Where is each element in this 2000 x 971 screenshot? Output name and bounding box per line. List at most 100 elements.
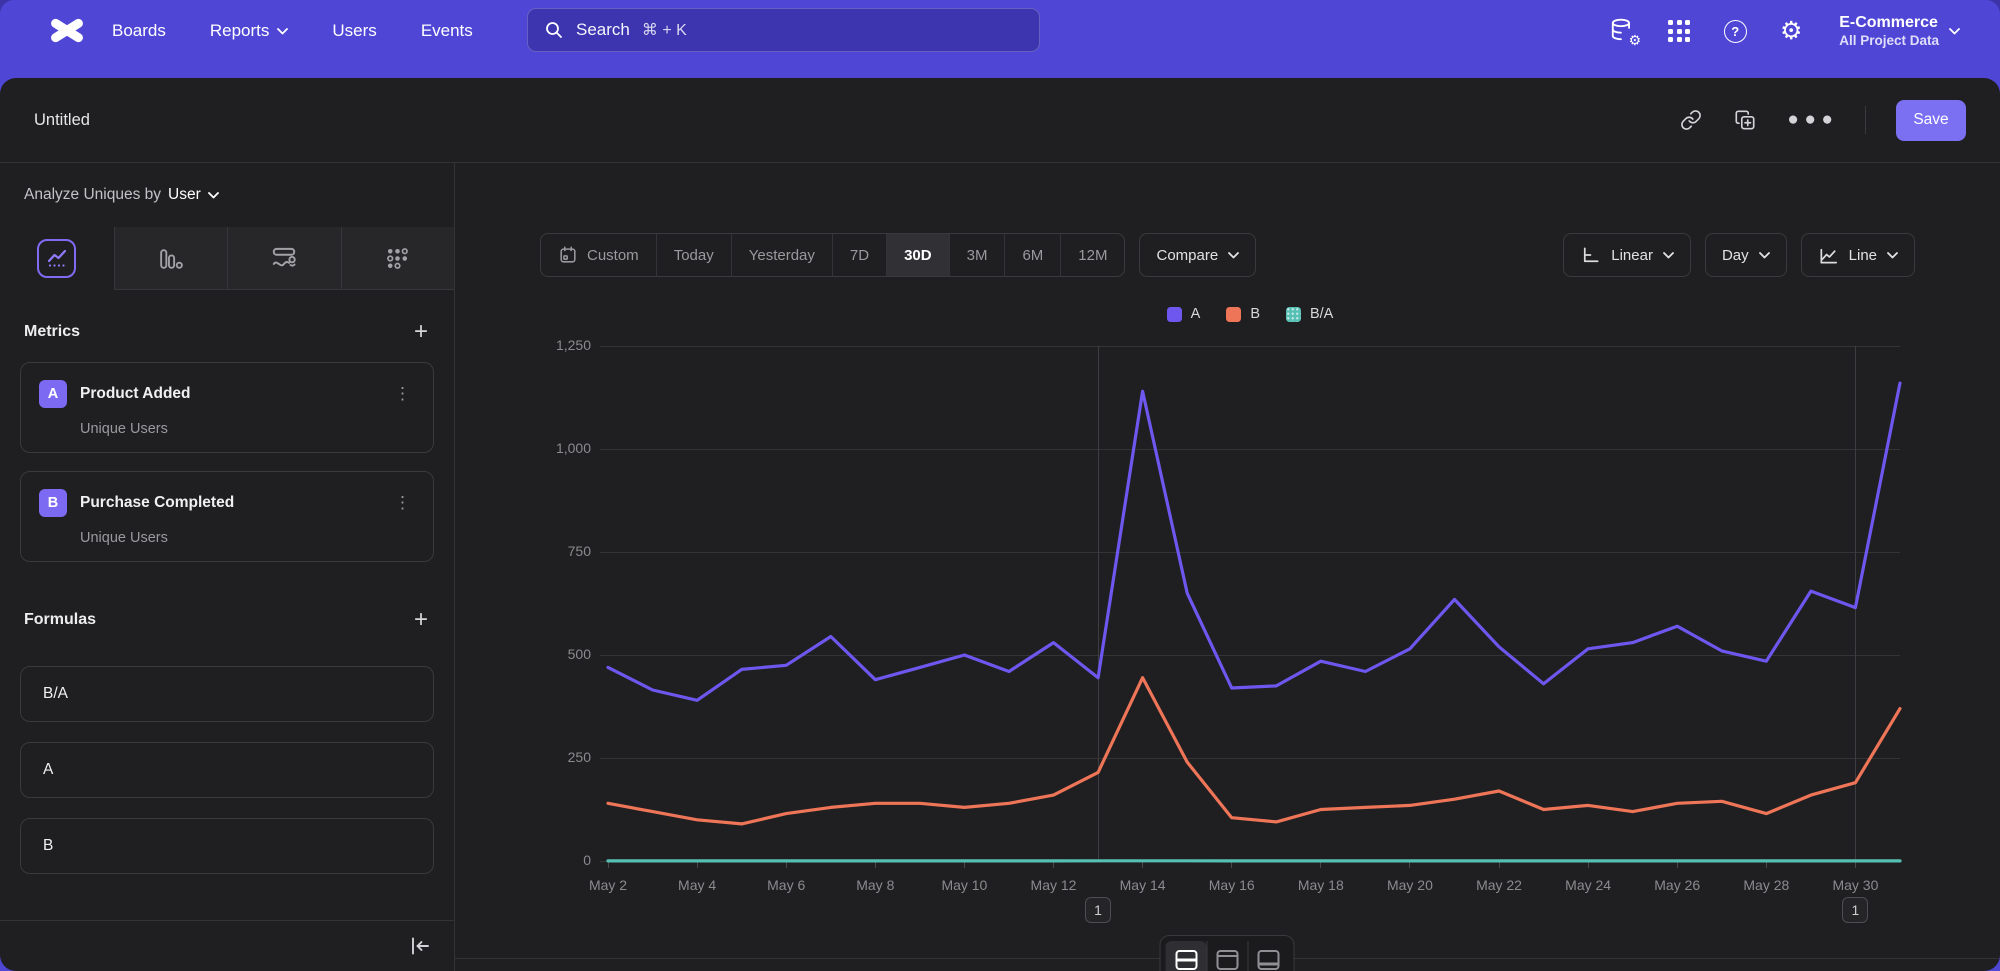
x-axis-label: May 4 — [652, 877, 742, 893]
gear-mini-icon: ⚙ — [1629, 32, 1642, 49]
chart-series-svg — [608, 346, 1900, 861]
visualization-tabs — [0, 227, 454, 290]
chart-panel: CustomTodayYesterday7D30D3M6M12M Compare… — [455, 163, 2000, 971]
metric-measure[interactable]: Unique Users — [80, 530, 415, 546]
formula-expression: B/A — [43, 685, 68, 703]
project-switcher[interactable]: E-Commerce All Project Data — [1839, 13, 1960, 50]
nav-item-label: Events — [421, 21, 473, 41]
x-axis-label: May 18 — [1276, 877, 1366, 893]
nav-menu: Boards Reports Users Events — [112, 21, 473, 41]
nav-right-cluster: ⚙ ? ⚙ E-Commerce All Project Data — [1609, 13, 1960, 50]
layout-bottom-button[interactable] — [1248, 941, 1289, 971]
save-button[interactable]: Save — [1896, 100, 1966, 141]
formula-card[interactable]: B/A — [20, 666, 434, 722]
metric-name: Purchase Completed — [80, 494, 234, 512]
formula-card[interactable]: B — [20, 818, 434, 874]
tab-insights-line[interactable] — [0, 227, 114, 290]
layout-split-button[interactable] — [1166, 941, 1207, 971]
nav-item-boards[interactable]: Boards — [112, 21, 166, 41]
x-axis-label: May 8 — [830, 877, 920, 893]
metric-letter-badge: A — [39, 380, 67, 408]
dots-grid-icon — [384, 245, 411, 272]
duplicate-icon[interactable] — [1733, 108, 1757, 132]
series-line-a — [608, 383, 1900, 700]
add-formula-button[interactable]: + — [414, 608, 428, 632]
layout-top-button[interactable] — [1207, 941, 1248, 971]
nav-item-users[interactable]: Users — [332, 21, 376, 41]
line-chart-icon — [37, 239, 76, 278]
x-axis-label: May 12 — [1009, 877, 1099, 893]
y-axis-label: 750 — [491, 543, 591, 559]
nav-item-label: Reports — [210, 21, 270, 41]
x-axis-label: May 30 — [1810, 877, 1900, 893]
x-axis-label: May 20 — [1365, 877, 1455, 893]
formula-card[interactable]: A — [20, 742, 434, 798]
formula-expression: B — [43, 837, 53, 855]
x-axis-label: May 26 — [1632, 877, 1722, 893]
metric-name: Product Added — [80, 385, 191, 403]
settings-gear-icon[interactable]: ⚙ — [1777, 17, 1805, 45]
divider — [1865, 106, 1866, 134]
x-axis-label: May 22 — [1454, 877, 1544, 893]
chevron-down-icon — [1949, 28, 1960, 35]
search-icon — [544, 20, 564, 40]
y-axis-label: 500 — [491, 646, 591, 662]
nav-item-events[interactable]: Events — [421, 21, 473, 41]
metric-measure[interactable]: Unique Users — [80, 421, 415, 437]
y-axis-label: 250 — [491, 749, 591, 765]
y-axis-label: 0 — [491, 852, 591, 868]
formula-expression: A — [43, 761, 53, 779]
chevron-down-icon — [277, 28, 288, 35]
nav-item-label: Users — [332, 21, 376, 41]
data-management-icon[interactable]: ⚙ — [1609, 17, 1637, 45]
tab-flow[interactable] — [227, 227, 341, 290]
project-scope: All Project Data — [1839, 33, 1939, 50]
bar-chart-icon — [157, 245, 184, 272]
panel-layout-toggle — [1160, 935, 1295, 971]
annotation-badge[interactable]: 1 — [1842, 897, 1868, 923]
top-nav: Boards Reports Users Events Search ⌘ + K ⚙ … — [0, 0, 2000, 78]
nav-item-reports[interactable]: Reports — [210, 21, 289, 41]
apps-grid-icon[interactable] — [1665, 17, 1693, 45]
metric-card[interactable]: B Purchase Completed ⋮ Unique Users — [20, 471, 434, 562]
tab-metrics-grid[interactable] — [341, 227, 455, 290]
report-header: Untitled ● ● ● Save — [0, 78, 2000, 163]
flow-icon — [270, 244, 298, 272]
x-axis-label: May 2 — [563, 877, 653, 893]
metric-card[interactable]: A Product Added ⋮ Unique Users — [20, 362, 434, 453]
search-input[interactable]: Search ⌘ + K — [527, 8, 1040, 52]
analyze-by-dropdown[interactable]: User — [168, 186, 219, 204]
y-axis-label: 1,250 — [491, 337, 591, 353]
x-axis-label: May 14 — [1098, 877, 1188, 893]
copy-link-icon[interactable] — [1679, 108, 1703, 132]
chevron-down-icon — [208, 192, 219, 199]
report-title[interactable]: Untitled — [34, 111, 90, 130]
sidebar-footer — [0, 920, 454, 971]
analyze-label: Analyze Uniques by — [24, 186, 161, 204]
metric-menu-icon[interactable]: ⋮ — [390, 384, 415, 404]
formulas-section-title: Formulas — [24, 611, 96, 629]
series-line-b — [608, 678, 1900, 824]
collapse-sidebar-icon[interactable] — [408, 934, 432, 958]
project-name: E-Commerce — [1839, 13, 1939, 33]
x-axis-label: May 16 — [1187, 877, 1277, 893]
search-placeholder: Search — [576, 20, 630, 40]
tab-bar-chart[interactable] — [114, 227, 228, 290]
annotation-badge[interactable]: 1 — [1085, 897, 1111, 923]
metrics-section-title: Metrics — [24, 323, 80, 341]
nav-item-label: Boards — [112, 21, 166, 41]
y-axis-label: 1,000 — [491, 440, 591, 456]
x-axis-label: May 6 — [741, 877, 831, 893]
query-sidebar: Analyze Uniques by User — [0, 163, 455, 971]
more-options-icon[interactable]: ● ● ● — [1787, 109, 1835, 131]
add-metric-button[interactable]: + — [414, 320, 428, 344]
mixpanel-logo-icon[interactable] — [44, 12, 90, 50]
report-card: Untitled ● ● ● Save Analyze Uniques by — [0, 78, 2000, 971]
metric-letter-badge: B — [39, 489, 67, 517]
help-icon[interactable]: ? — [1721, 17, 1749, 45]
chart-plot-area: 0 250 500 750 1,000 1,250 May 2May 4May 6May 8… — [455, 163, 2000, 971]
metric-menu-icon[interactable]: ⋮ — [390, 493, 415, 513]
app-window: Boards Reports Users Events Search ⌘ + K ⚙ … — [0, 0, 2000, 971]
x-axis-label: May 10 — [919, 877, 1009, 893]
x-axis-label: May 28 — [1721, 877, 1811, 893]
